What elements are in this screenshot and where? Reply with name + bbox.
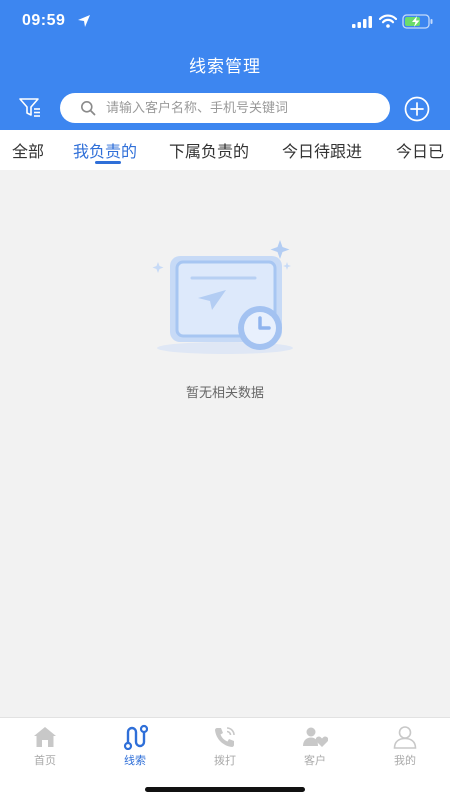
tab-subordinate-responsible[interactable]: 下属负责的 — [169, 138, 249, 162]
route-icon — [123, 724, 148, 750]
status-bar: 09:59 — [0, 0, 450, 44]
nav-item-dial[interactable]: 拨打 — [180, 724, 270, 774]
page-title: 线索管理 — [189, 57, 261, 77]
wifi-icon — [379, 14, 397, 28]
phone-icon — [215, 727, 235, 747]
home-icon — [34, 727, 56, 747]
home-indicator — [145, 787, 305, 792]
empty-state-message: 暂无相关数据 — [185, 386, 264, 401]
search-bar[interactable] — [60, 93, 390, 123]
nav-item-leads[interactable]: 线索 — [90, 724, 180, 774]
list-area: 暂无相关数据 — [0, 170, 450, 717]
customers-icon — [303, 727, 328, 747]
filter-tabs: 全部 我负责的 下属负责的 今日待跟进 今日已 — [0, 130, 450, 170]
filter-icon[interactable] — [18, 96, 42, 118]
active-tab-indicator — [95, 161, 121, 164]
search-input[interactable] — [106, 97, 376, 119]
nav-label-leads: 线索 — [124, 754, 146, 767]
battery-charging-icon — [402, 14, 433, 29]
tab-all[interactable]: 全部 — [12, 138, 44, 162]
nav-item-home[interactable]: 首页 — [0, 724, 90, 774]
status-time: 09:59 — [22, 12, 66, 29]
nav-item-customers[interactable]: 客户 — [270, 724, 360, 774]
tab-today-done[interactable]: 今日已 — [396, 138, 444, 162]
nav-item-mine[interactable]: 我的 — [360, 724, 450, 774]
nav-label-mine: 我的 — [394, 754, 416, 767]
top-bar: 09:59 线索管理 — [0, 0, 450, 130]
tab-my-responsible[interactable]: 我负责的 — [73, 138, 137, 162]
search-icon — [81, 101, 96, 116]
profile-icon — [393, 726, 417, 749]
cellular-signal-icon — [352, 16, 372, 28]
nav-label-home: 首页 — [34, 754, 56, 767]
add-circle-icon[interactable] — [404, 96, 430, 122]
nav-label-dial: 拨打 — [214, 754, 236, 767]
location-arrow-icon — [78, 15, 90, 27]
tab-today-follow-up[interactable]: 今日待跟进 — [282, 138, 362, 162]
nav-label-customers: 客户 — [304, 754, 326, 767]
empty-state-illustration — [152, 240, 293, 354]
